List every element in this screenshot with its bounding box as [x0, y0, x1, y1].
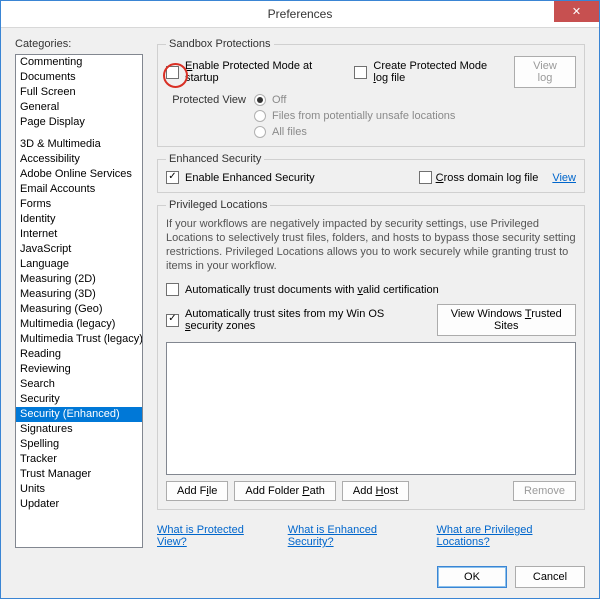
cross-domain-label: Cross domain log file	[436, 172, 539, 184]
ok-button[interactable]: OK	[437, 566, 507, 588]
category-item[interactable]: Language	[16, 257, 142, 272]
category-item[interactable]: Accessibility	[16, 152, 142, 167]
category-item[interactable]: General	[16, 100, 142, 115]
protected-view-off-radio[interactable]	[254, 94, 266, 106]
category-item[interactable]: Search	[16, 377, 142, 392]
category-item[interactable]: Page Display	[16, 115, 142, 130]
category-item[interactable]: Security	[16, 392, 142, 407]
close-button[interactable]: ✕	[554, 1, 599, 22]
window-title: Preferences	[268, 7, 333, 21]
category-item[interactable]: Documents	[16, 70, 142, 85]
view-link[interactable]: View	[552, 172, 576, 184]
enable-enhanced-security-checkbox[interactable]	[166, 171, 179, 184]
category-item[interactable]: 3D & Multimedia	[16, 137, 142, 152]
auto-trust-winos-label: Automatically trust sites from my Win OS…	[185, 308, 416, 332]
enable-protected-mode-label: Enable Protected Mode at startup	[185, 60, 327, 84]
what-are-privileged-locations-link[interactable]: What are Privileged Locations?	[437, 524, 586, 548]
category-item[interactable]: Email Accounts	[16, 182, 142, 197]
dialog-footer: OK Cancel	[437, 566, 585, 588]
category-item[interactable]: Trust Manager	[16, 467, 142, 482]
enhanced-security-group: Enhanced Security Enable Enhanced Securi…	[157, 153, 585, 193]
privileged-help-text: If your workflows are negatively impacte…	[166, 217, 576, 273]
add-folder-path-button[interactable]: Add Folder Path	[234, 481, 336, 501]
create-log-label: Create Protected Mode log file	[373, 60, 502, 84]
category-item[interactable]: Security (Enhanced)	[16, 407, 142, 422]
categories-panel: Categories: CommentingDocumentsFull Scre…	[15, 38, 143, 548]
category-item[interactable]: Measuring (2D)	[16, 272, 142, 287]
enhanced-legend: Enhanced Security	[166, 153, 264, 165]
cancel-button[interactable]: Cancel	[515, 566, 585, 588]
what-is-enhanced-security-link[interactable]: What is Enhanced Security?	[288, 524, 423, 548]
privileged-locations-listbox[interactable]	[166, 342, 576, 475]
preferences-window: Preferences ✕ Categories: CommentingDocu…	[0, 0, 600, 599]
privileged-locations-group: Privileged Locations If your workflows a…	[157, 199, 585, 510]
auto-trust-valid-cert-checkbox[interactable]	[166, 283, 179, 296]
pv-all-label: All files	[272, 126, 307, 138]
settings-panel: Sandbox Protections Enable Protected Mod…	[143, 38, 585, 548]
category-item[interactable]: Forms	[16, 197, 142, 212]
category-item[interactable]: Tracker	[16, 452, 142, 467]
protected-view-unsafe-radio[interactable]	[254, 110, 266, 122]
auto-trust-winos-checkbox[interactable]	[166, 314, 179, 327]
category-item[interactable]: Updater	[16, 497, 142, 512]
category-item[interactable]: Internet	[16, 227, 142, 242]
remove-button[interactable]: Remove	[513, 481, 576, 501]
protected-view-all-radio[interactable]	[254, 126, 266, 138]
category-item[interactable]: JavaScript	[16, 242, 142, 257]
category-item[interactable]: Multimedia (legacy)	[16, 317, 142, 332]
help-links: What is Protected View? What is Enhanced…	[157, 524, 585, 548]
enable-protected-mode-checkbox[interactable]	[166, 66, 179, 79]
auto-trust-valid-label: Automatically trust documents with valid…	[185, 284, 439, 296]
categories-label: Categories:	[15, 38, 143, 50]
add-file-button[interactable]: Add File	[166, 481, 228, 501]
category-item[interactable]: Spelling	[16, 437, 142, 452]
enable-enhanced-label: Enable Enhanced Security	[185, 172, 315, 184]
category-item[interactable]: Identity	[16, 212, 142, 227]
category-item[interactable]: Reviewing	[16, 362, 142, 377]
sandbox-protections-group: Sandbox Protections Enable Protected Mod…	[157, 38, 585, 147]
view-windows-trusted-sites-button[interactable]: View Windows Trusted Sites	[437, 304, 576, 336]
category-item[interactable]: Commenting	[16, 55, 142, 70]
category-item[interactable]: Adobe Online Services	[16, 167, 142, 182]
category-item[interactable]: Reading	[16, 347, 142, 362]
sandbox-legend: Sandbox Protections	[166, 38, 274, 50]
category-item[interactable]: Measuring (Geo)	[16, 302, 142, 317]
category-item[interactable]: Multimedia Trust (legacy)	[16, 332, 142, 347]
protected-view-label: Protected View	[166, 94, 254, 138]
create-log-checkbox[interactable]	[354, 66, 367, 79]
category-item[interactable]: Full Screen	[16, 85, 142, 100]
categories-list[interactable]: CommentingDocumentsFull ScreenGeneralPag…	[15, 54, 143, 548]
category-item[interactable]: Units	[16, 482, 142, 497]
privileged-legend: Privileged Locations	[166, 199, 270, 211]
add-host-button[interactable]: Add Host	[342, 481, 409, 501]
pv-off-label: Off	[272, 94, 286, 106]
category-item[interactable]: Measuring (3D)	[16, 287, 142, 302]
titlebar: Preferences ✕	[1, 1, 599, 28]
view-log-button[interactable]: View log	[514, 56, 576, 88]
pv-unsafe-label: Files from potentially unsafe locations	[272, 110, 455, 122]
category-item[interactable]: Signatures	[16, 422, 142, 437]
cross-domain-log-checkbox[interactable]	[419, 171, 432, 184]
what-is-protected-view-link[interactable]: What is Protected View?	[157, 524, 274, 548]
